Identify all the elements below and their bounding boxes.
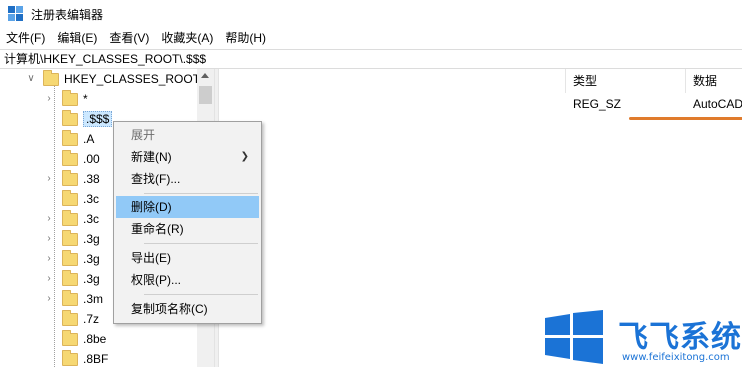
- folder-icon: [62, 249, 78, 266]
- regedit-icon: [8, 6, 24, 22]
- menu-favorites[interactable]: 收藏夹(A): [155, 28, 219, 49]
- menu-item-new[interactable]: 新建(N) ❯: [116, 146, 259, 168]
- menu-item-new-label: 新建(N): [131, 150, 172, 164]
- folder-icon: [62, 169, 78, 186]
- tree-item[interactable]: .00: [44, 149, 100, 169]
- menu-item-rename[interactable]: 重命名(R): [116, 218, 259, 240]
- tree-item-label: .3m: [83, 292, 104, 306]
- context-menu: 展开 新建(N) ❯ 查找(F)... 删除(D) 重命名(R) 导出(E) 权…: [113, 121, 262, 324]
- tree-item[interactable]: .8BF: [44, 349, 108, 367]
- column-separator[interactable]: [685, 69, 686, 93]
- tree-item-label: .3c: [83, 192, 100, 206]
- tree-item[interactable]: › .3g: [44, 269, 100, 289]
- expand-icon[interactable]: ›: [44, 214, 54, 224]
- menu-separator: [144, 193, 258, 194]
- folder-icon: [62, 289, 78, 306]
- folder-icon: [62, 269, 78, 286]
- expand-icon[interactable]: ›: [44, 174, 54, 184]
- folder-icon: [62, 89, 78, 106]
- watermark: 飞飞系统 www.feifeixitong.com: [543, 308, 742, 367]
- menu-item-permissions[interactable]: 权限(P)...: [116, 269, 259, 291]
- menu-item-export[interactable]: 导出(E): [116, 247, 259, 269]
- expand-icon[interactable]: ›: [44, 234, 54, 244]
- menu-view[interactable]: 查看(V): [103, 28, 155, 49]
- tree-item-label: .3g: [83, 252, 100, 266]
- tree-item[interactable]: › .38: [44, 169, 100, 189]
- tree-root-label: HKEY_CLASSES_ROOT: [64, 72, 201, 86]
- tree-connector: [44, 114, 54, 124]
- tree-item[interactable]: .7z: [44, 309, 99, 329]
- expand-icon[interactable]: ›: [44, 294, 54, 304]
- window-title: 注册表编辑器: [31, 7, 104, 22]
- tree-connector: [44, 314, 54, 324]
- watermark-url: www.feifeixitong.com: [622, 352, 730, 363]
- column-header-type[interactable]: 类型: [567, 69, 597, 93]
- folder-icon: [62, 229, 78, 246]
- menu-edit[interactable]: 编辑(E): [51, 28, 103, 49]
- menu-help[interactable]: 帮助(H): [219, 28, 272, 49]
- folder-icon: [62, 349, 78, 366]
- value-data[interactable]: AutoCAD: [693, 96, 742, 112]
- tree-item-label: .$$$: [83, 111, 113, 127]
- tree-item[interactable]: › .3m: [44, 289, 103, 309]
- tree-item[interactable]: .A: [44, 129, 94, 149]
- menu-separator: [144, 294, 258, 295]
- tree-root[interactable]: ∨ HKEY_CLASSES_ROOT: [26, 69, 200, 89]
- column-header-data[interactable]: 数据: [687, 69, 717, 93]
- tree-item-label: .3g: [83, 272, 100, 286]
- tree-item[interactable]: › .3c: [44, 209, 99, 229]
- tree-item-label: .38: [83, 172, 100, 186]
- tree-item-selected[interactable]: .$$$: [44, 109, 113, 129]
- menu-file[interactable]: 文件(F): [0, 28, 51, 49]
- folder-icon: [62, 209, 78, 226]
- expand-icon[interactable]: ›: [44, 254, 54, 264]
- tree-connector: [44, 134, 54, 144]
- folder-icon: [62, 189, 78, 206]
- tree-item-label: .A: [83, 132, 95, 146]
- tree-item-label: .00: [83, 152, 100, 166]
- menu-item-expand[interactable]: 展开: [116, 124, 259, 146]
- tree-item[interactable]: .3c: [44, 189, 99, 209]
- scroll-up-icon[interactable]: [201, 73, 209, 78]
- menu-item-delete[interactable]: 删除(D): [116, 196, 259, 218]
- tree-item[interactable]: › .3g: [44, 229, 100, 249]
- watermark-brand: 飞飞系统: [618, 320, 742, 355]
- collapse-icon[interactable]: ∨: [26, 74, 36, 84]
- value-type[interactable]: REG_SZ: [573, 96, 621, 112]
- tree-item-label: .3c: [83, 212, 100, 226]
- folder-icon: [62, 329, 78, 346]
- menu-separator: [144, 243, 258, 244]
- menu-item-copy-key-name[interactable]: 复制项名称(C): [116, 298, 259, 320]
- menu-item-find[interactable]: 查找(F)...: [116, 168, 259, 190]
- folder-icon: [62, 309, 78, 326]
- tree-item[interactable]: › *: [44, 89, 88, 109]
- tree-item-label: .7z: [83, 312, 100, 326]
- folder-icon: [62, 109, 78, 126]
- tree-item[interactable]: › .3g: [44, 249, 100, 269]
- tree-item-label: .8BF: [83, 352, 109, 366]
- tree-connector: [44, 334, 54, 344]
- column-separator[interactable]: [565, 69, 566, 93]
- folder-icon: [43, 69, 59, 86]
- expand-icon[interactable]: ›: [44, 274, 54, 284]
- folder-icon: [62, 129, 78, 146]
- tree-connector: [44, 194, 54, 204]
- tree-item-label: *: [83, 92, 88, 106]
- tree-connector: [44, 354, 54, 364]
- annotation-underline: [629, 117, 742, 120]
- title-bar: 注册表编辑器: [0, 0, 742, 28]
- tree-connector: [44, 154, 54, 164]
- menu-bar: 文件(F) 编辑(E) 查看(V) 收藏夹(A) 帮助(H): [0, 28, 742, 49]
- windows-logo-icon: [545, 310, 603, 364]
- tree-item-label: .8be: [83, 332, 107, 346]
- tree-item[interactable]: .8be: [44, 329, 106, 349]
- address-bar[interactable]: 计算机\HKEY_CLASSES_ROOT\.$$$: [0, 49, 742, 69]
- tree-item-label: .3g: [83, 232, 100, 246]
- folder-icon: [62, 149, 78, 166]
- scroll-thumb[interactable]: [199, 86, 212, 104]
- submenu-arrow-icon: ❯: [240, 151, 249, 162]
- expand-icon[interactable]: ›: [44, 94, 54, 104]
